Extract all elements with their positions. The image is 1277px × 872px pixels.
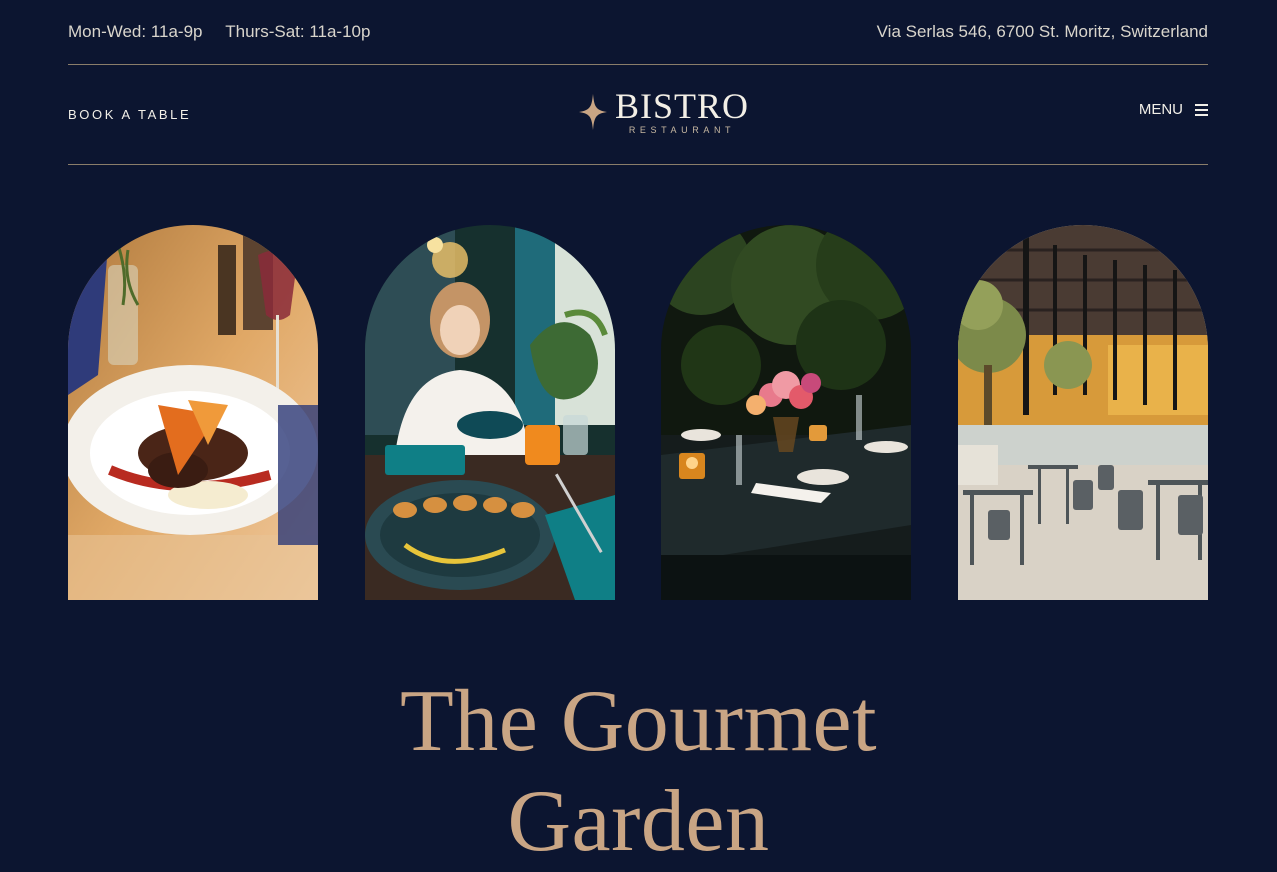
menu-label: MENU (1138, 101, 1183, 118)
bistro-logo[interactable]: BISTRO RESTAURANT (579, 88, 749, 136)
main-navbar: BOOK A TABLE BISTRO RESTAURANT MENU (68, 65, 1208, 165)
hero-title-line-1: The Gourmet (399, 673, 878, 770)
gallery-photo-plated-dish (68, 225, 318, 600)
book-a-table-link[interactable]: BOOK A TABLE (68, 107, 191, 122)
info-bar: Mon-Wed: 11a-9p Thurs-Sat: 11a-10p Via S… (68, 0, 1208, 65)
hero-title: The Gourmet Garden (0, 672, 1277, 872)
four-point-star-icon (579, 93, 607, 131)
gallery-photo-table-setting (661, 225, 911, 600)
menu-button[interactable]: MENU (1139, 101, 1208, 118)
hours-weekend: Thurs-Sat: 11a-10p (225, 22, 371, 41)
hours-weekday: Mon-Wed: 11a-9p (68, 22, 203, 41)
gallery-photo-dining-hall (958, 225, 1208, 600)
logo-subtitle: RESTAURANT (628, 125, 736, 135)
opening-hours: Mon-Wed: 11a-9p Thurs-Sat: 11a-10p (68, 22, 370, 42)
logo-text: BISTRO RESTAURANT (614, 86, 749, 135)
address: Via Serlas 546, 6700 St. Moritz, Switzer… (876, 22, 1208, 41)
logo-word: BISTRO (614, 86, 749, 126)
gallery-photo-guest-dining (365, 225, 615, 600)
hero-title-line-2: Garden (507, 773, 770, 870)
hamburger-icon (1195, 103, 1208, 116)
